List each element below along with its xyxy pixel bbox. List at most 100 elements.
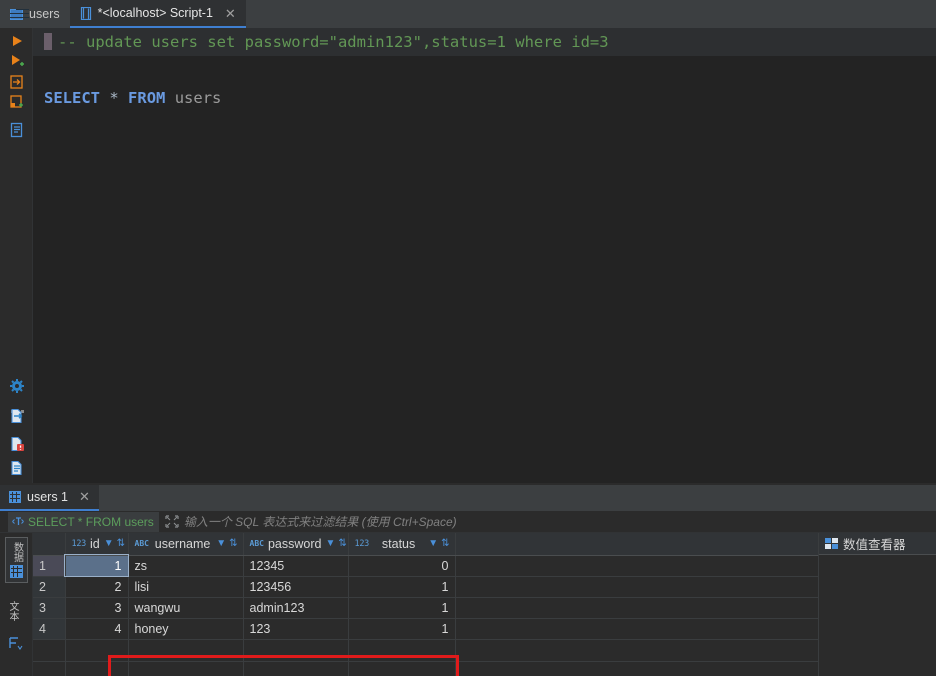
sort-icon[interactable]: ⇅ bbox=[441, 538, 449, 549]
value-viewer-body[interactable] bbox=[819, 555, 936, 676]
text-filter-icon bbox=[12, 517, 24, 525]
sort-icon[interactable]: ⇅ bbox=[229, 538, 237, 549]
cell-id[interactable]: 1 bbox=[64, 554, 129, 577]
row-number-cell[interactable] bbox=[33, 639, 66, 662]
value-viewer-title: 数值查看器 bbox=[843, 538, 906, 552]
code-area[interactable]: -- update users set password="admin123",… bbox=[33, 28, 936, 483]
vtab-data[interactable]: 数据 bbox=[5, 537, 28, 583]
code-token: SELECT bbox=[44, 89, 100, 107]
sort-icon[interactable]: ⇅ bbox=[338, 538, 346, 549]
result-grid[interactable]: 123 id ▼ ⇅ ABC username ▼ ⇅ ABC password ▼ ⇅ 123 s… bbox=[33, 533, 936, 676]
cell-status[interactable]: 0 bbox=[348, 555, 456, 577]
row-number-cell[interactable]: 4 bbox=[33, 618, 66, 640]
results-tab-bar: users 1 ✕ bbox=[0, 485, 936, 511]
editor-gutter bbox=[0, 28, 33, 483]
sort-icon[interactable]: ⇅ bbox=[117, 538, 125, 549]
tab-users-1[interactable]: users 1 ✕ bbox=[0, 485, 99, 511]
settings-gear-icon[interactable] bbox=[9, 378, 25, 394]
cell-username[interactable]: wangwu bbox=[128, 597, 244, 619]
code-line-3[interactable]: SELECT * FROM users bbox=[33, 84, 936, 112]
sql-editor[interactable]: -- update users set password="admin123",… bbox=[0, 28, 936, 514]
export-data-icon[interactable] bbox=[9, 408, 25, 424]
value-viewer-header[interactable]: 数值查看器 bbox=[819, 533, 936, 555]
cell-spacer bbox=[455, 661, 854, 676]
filter-bar[interactable]: SELECT * FROM users 输入一个 SQL 表达式来过滤结果 (使… bbox=[0, 511, 936, 533]
column-header-status[interactable]: 123 status ▼ ⇅ bbox=[348, 533, 456, 556]
transpose-icon[interactable] bbox=[9, 637, 23, 651]
column-header-username[interactable]: ABC username ▼ ⇅ bbox=[128, 533, 244, 556]
run-statement-icon[interactable] bbox=[9, 33, 25, 49]
table-header: 123 id ▼ ⇅ ABC username ▼ ⇅ ABC password ▼ ⇅ 123 s… bbox=[33, 533, 853, 556]
cell-id[interactable] bbox=[64, 638, 129, 662]
empty-row[interactable] bbox=[33, 661, 854, 676]
cell-username[interactable]: lisi bbox=[128, 576, 244, 598]
cell-username[interactable]: honey bbox=[128, 618, 244, 640]
cell-id[interactable]: 2 bbox=[65, 576, 129, 598]
row-number-cell[interactable]: 3 bbox=[33, 597, 66, 619]
row-number-cell[interactable]: 1 bbox=[33, 555, 66, 577]
cell-username[interactable] bbox=[128, 661, 244, 676]
cell-password[interactable] bbox=[243, 661, 349, 676]
tab-bar-filler bbox=[245, 0, 936, 28]
code-line-1[interactable]: -- update users set password="admin123",… bbox=[33, 28, 936, 56]
cell-spacer bbox=[455, 576, 854, 598]
results-tab-filler bbox=[98, 485, 936, 511]
filter-icon[interactable]: ▼ bbox=[104, 538, 114, 549]
tab-script-1-label: *<localhost> Script-1 bbox=[97, 6, 213, 20]
active-query-chip[interactable]: SELECT * FROM users bbox=[8, 511, 159, 532]
script-file-icon bbox=[80, 6, 91, 20]
expand-icon[interactable] bbox=[165, 515, 179, 528]
vtab-text[interactable]: 文本 bbox=[7, 601, 18, 624]
table-row[interactable]: 1 1 zs 12345 0 bbox=[33, 554, 854, 577]
cell-password[interactable]: 12345 bbox=[243, 555, 349, 577]
results-panel: users 1 ✕ SELECT * FROM users 输入一个 SQL 表… bbox=[0, 485, 936, 676]
show-history-icon[interactable] bbox=[9, 122, 25, 138]
cell-status[interactable]: 1 bbox=[348, 597, 456, 619]
execute-to-console-icon[interactable] bbox=[9, 74, 25, 90]
cell-status[interactable] bbox=[348, 639, 456, 662]
document-error-icon[interactable] bbox=[9, 436, 25, 452]
code-line-2[interactable] bbox=[33, 56, 936, 84]
cell-spacer bbox=[455, 639, 854, 662]
cell-status[interactable] bbox=[348, 661, 456, 676]
value-viewer-panel: 数值查看器 bbox=[818, 533, 936, 676]
table-row[interactable]: 2 2 lisi 123456 1 bbox=[33, 576, 854, 598]
vtab-text-label: 文本 bbox=[7, 601, 18, 621]
column-header-password[interactable]: ABC password ▼ ⇅ bbox=[243, 533, 349, 556]
cell-status[interactable]: 1 bbox=[348, 576, 456, 598]
filter-icon[interactable]: ▼ bbox=[216, 538, 226, 549]
cell-id[interactable]: 3 bbox=[65, 597, 129, 619]
column-header-id[interactable]: 123 id ▼ ⇅ bbox=[65, 533, 129, 556]
cell-status[interactable]: 1 bbox=[348, 618, 456, 640]
close-icon[interactable]: ✕ bbox=[79, 489, 90, 505]
execute-new-console-icon[interactable] bbox=[9, 94, 25, 110]
filter-icon[interactable]: ▼ bbox=[325, 538, 335, 549]
editor-tab-bar: users *<localhost> Script-1 ✕ bbox=[0, 0, 936, 28]
tab-users-1-label: users 1 bbox=[27, 490, 68, 504]
result-table: 123 id ▼ ⇅ ABC username ▼ ⇅ ABC password ▼ ⇅ 123 s… bbox=[33, 533, 854, 676]
cell-username[interactable] bbox=[128, 639, 244, 662]
cell-password[interactable] bbox=[243, 639, 349, 662]
run-script-icon[interactable] bbox=[9, 53, 25, 69]
filter-icon[interactable]: ▼ bbox=[428, 538, 438, 549]
grid-icon bbox=[10, 565, 23, 578]
cell-password[interactable]: 123 bbox=[243, 618, 349, 640]
table-grid-icon bbox=[10, 8, 23, 20]
row-number-cell[interactable]: 2 bbox=[33, 576, 66, 598]
table-row[interactable]: 3 3 wangwu admin123 1 bbox=[33, 597, 854, 619]
table-row[interactable]: 4 4 honey 123 1 bbox=[33, 618, 854, 640]
cell-password[interactable]: admin123 bbox=[243, 597, 349, 619]
table-body: 1 1 zs 12345 0 2 2 lisi 123456 1 3 3 wangwu admin123 1… bbox=[33, 554, 854, 676]
close-icon[interactable]: ✕ bbox=[225, 7, 236, 20]
new-row-placeholder[interactable] bbox=[33, 638, 854, 662]
cell-id[interactable]: 4 bbox=[65, 618, 129, 640]
cell-id[interactable] bbox=[65, 661, 129, 676]
row-number-cell[interactable] bbox=[33, 661, 66, 676]
tab-users[interactable]: users bbox=[0, 0, 70, 28]
cell-password[interactable]: 123456 bbox=[243, 576, 349, 598]
column-type-tag: ABC bbox=[134, 539, 149, 549]
tab-script-1[interactable]: *<localhost> Script-1 ✕ bbox=[69, 0, 246, 28]
cell-username[interactable]: zs bbox=[128, 555, 244, 577]
data-preview-icon[interactable] bbox=[9, 460, 25, 476]
